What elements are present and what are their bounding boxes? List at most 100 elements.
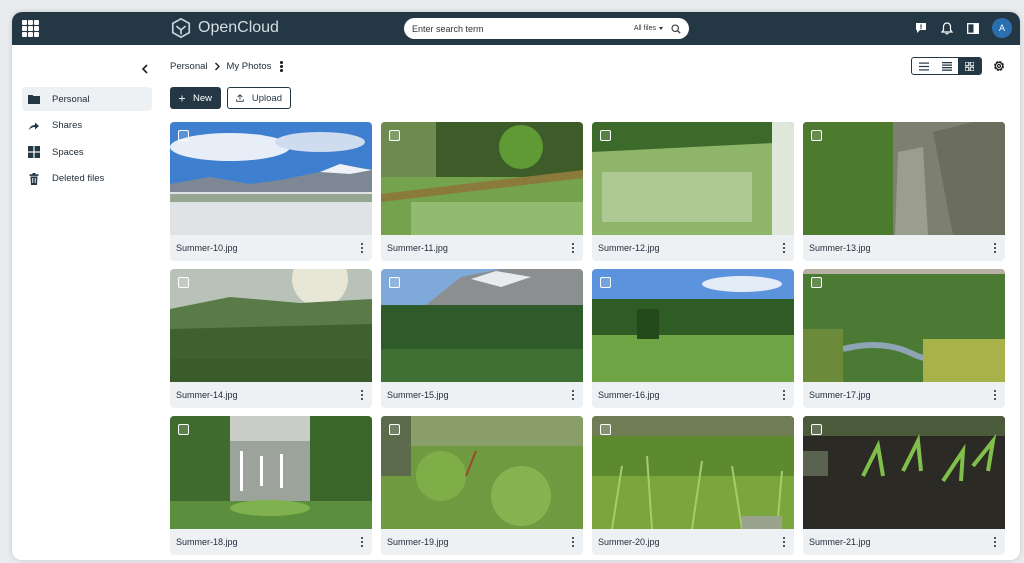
settings-gear-icon[interactable] <box>992 59 1006 73</box>
upload-icon <box>236 94 244 102</box>
file-actions-icon[interactable] <box>569 389 578 401</box>
sidebar: Personal Shares Spaces Deleted files <box>12 45 160 560</box>
notifications-bell-icon[interactable] <box>940 21 954 35</box>
file-name[interactable]: Summer-13.jpg <box>809 243 871 253</box>
file-actions-icon[interactable] <box>358 242 367 254</box>
file-tile[interactable]: Summer-10.jpg <box>170 122 372 261</box>
file-name[interactable]: Summer-11.jpg <box>387 243 448 253</box>
opencloud-logo-icon <box>171 17 191 39</box>
folder-icon <box>28 95 40 104</box>
file-name[interactable]: Summer-16.jpg <box>598 390 660 400</box>
app-window: OpenCloud All files A Personal Shares <box>12 12 1020 560</box>
sidebar-nav: Personal Shares Spaces Deleted files <box>22 87 152 193</box>
file-thumbnail[interactable] <box>170 269 372 382</box>
file-actions-icon[interactable] <box>780 242 789 254</box>
file-name[interactable]: Summer-14.jpg <box>176 390 238 400</box>
upload-button[interactable]: Upload <box>227 87 291 109</box>
file-actions: New Upload <box>170 87 291 109</box>
sidebar-toggle-icon[interactable] <box>966 21 980 35</box>
new-button[interactable]: New <box>170 87 221 109</box>
new-button-label: New <box>192 92 212 104</box>
file-name[interactable]: Summer-18.jpg <box>176 537 238 547</box>
select-checkbox[interactable] <box>600 130 611 141</box>
select-checkbox[interactable] <box>811 277 822 288</box>
file-name[interactable]: Summer-19.jpg <box>387 537 449 547</box>
file-thumbnail[interactable] <box>803 122 1005 235</box>
breadcrumb: Personal My Photos <box>170 61 286 72</box>
collapse-sidebar-icon[interactable] <box>140 61 150 74</box>
select-checkbox[interactable] <box>389 424 400 435</box>
file-tile[interactable]: Summer-18.jpg <box>170 416 372 555</box>
file-thumbnail[interactable] <box>170 416 372 529</box>
file-name[interactable]: Summer-20.jpg <box>598 537 660 547</box>
table-view-icon[interactable] <box>935 58 958 74</box>
sidebar-item-spaces[interactable]: Spaces <box>22 140 152 164</box>
file-tile[interactable]: Summer-16.jpg <box>592 269 794 408</box>
file-actions-icon[interactable] <box>991 536 1000 548</box>
file-thumbnail[interactable] <box>381 122 583 235</box>
file-thumbnail[interactable] <box>803 269 1005 382</box>
search-icon[interactable] <box>671 23 681 34</box>
search-bar: All files <box>404 18 689 39</box>
feedback-icon[interactable] <box>914 21 928 35</box>
file-name[interactable]: Summer-15.jpg <box>387 390 449 400</box>
file-thumbnail[interactable] <box>592 269 794 382</box>
file-actions-icon[interactable] <box>991 242 1000 254</box>
file-tile[interactable]: Summer-12.jpg <box>592 122 794 261</box>
select-checkbox[interactable] <box>811 424 822 435</box>
file-grid: Summer-10.jpg Summer-11.jpg Summer-12.jpg S… <box>170 122 1005 555</box>
file-name[interactable]: Summer-21.jpg <box>809 537 871 547</box>
select-checkbox[interactable] <box>389 130 400 141</box>
app-switcher-icon[interactable] <box>22 20 39 37</box>
file-actions-icon[interactable] <box>358 389 367 401</box>
file-thumbnail[interactable] <box>592 122 794 235</box>
breadcrumb-root[interactable]: Personal <box>170 61 208 72</box>
file-name[interactable]: Summer-12.jpg <box>598 243 660 253</box>
file-name[interactable]: Summer-10.jpg <box>176 243 238 253</box>
select-checkbox[interactable] <box>178 424 189 435</box>
folder-actions-icon[interactable] <box>277 61 286 72</box>
file-thumbnail[interactable] <box>592 416 794 529</box>
view-mode-switcher <box>911 57 982 75</box>
file-tile[interactable]: Summer-17.jpg <box>803 269 1005 408</box>
select-checkbox[interactable] <box>178 130 189 141</box>
file-tile[interactable]: Summer-14.jpg <box>170 269 372 408</box>
file-tile[interactable]: Summer-20.jpg <box>592 416 794 555</box>
search-input[interactable] <box>412 23 634 34</box>
list-view-icon[interactable] <box>912 58 935 74</box>
user-avatar[interactable]: A <box>992 18 1012 38</box>
brand-logo[interactable]: OpenCloud <box>170 17 279 39</box>
file-actions-icon[interactable] <box>569 242 578 254</box>
search-scope-select[interactable]: All files <box>634 25 663 32</box>
chevron-right-icon <box>214 62 220 71</box>
grid-view-icon[interactable] <box>958 58 981 74</box>
select-checkbox[interactable] <box>178 277 189 288</box>
file-actions-icon[interactable] <box>780 389 789 401</box>
file-tile[interactable]: Summer-15.jpg <box>381 269 583 408</box>
sidebar-item-deleted-files[interactable]: Deleted files <box>22 167 152 191</box>
file-thumbnail[interactable] <box>381 269 583 382</box>
file-thumbnail[interactable] <box>803 416 1005 529</box>
file-tile[interactable]: Summer-21.jpg <box>803 416 1005 555</box>
sidebar-item-shares[interactable]: Shares <box>22 114 152 138</box>
sidebar-item-label: Shares <box>52 120 83 131</box>
sidebar-item-label: Deleted files <box>52 173 105 184</box>
file-thumbnail[interactable] <box>381 416 583 529</box>
select-checkbox[interactable] <box>389 277 400 288</box>
sidebar-item-label: Personal <box>52 93 90 105</box>
select-checkbox[interactable] <box>600 424 611 435</box>
file-name[interactable]: Summer-17.jpg <box>809 390 871 400</box>
select-checkbox[interactable] <box>811 130 822 141</box>
file-actions-icon[interactable] <box>991 389 1000 401</box>
file-actions-icon[interactable] <box>780 536 789 548</box>
sidebar-item-label: Spaces <box>52 146 84 158</box>
select-checkbox[interactable] <box>600 277 611 288</box>
file-actions-icon[interactable] <box>569 536 578 548</box>
file-thumbnail[interactable] <box>170 122 372 235</box>
file-tile[interactable]: Summer-13.jpg <box>803 122 1005 261</box>
file-actions-icon[interactable] <box>358 536 367 548</box>
file-tile[interactable]: Summer-19.jpg <box>381 416 583 555</box>
sidebar-item-personal[interactable]: Personal <box>22 87 152 111</box>
file-tile[interactable]: Summer-11.jpg <box>381 122 583 261</box>
share-icon <box>29 122 39 130</box>
